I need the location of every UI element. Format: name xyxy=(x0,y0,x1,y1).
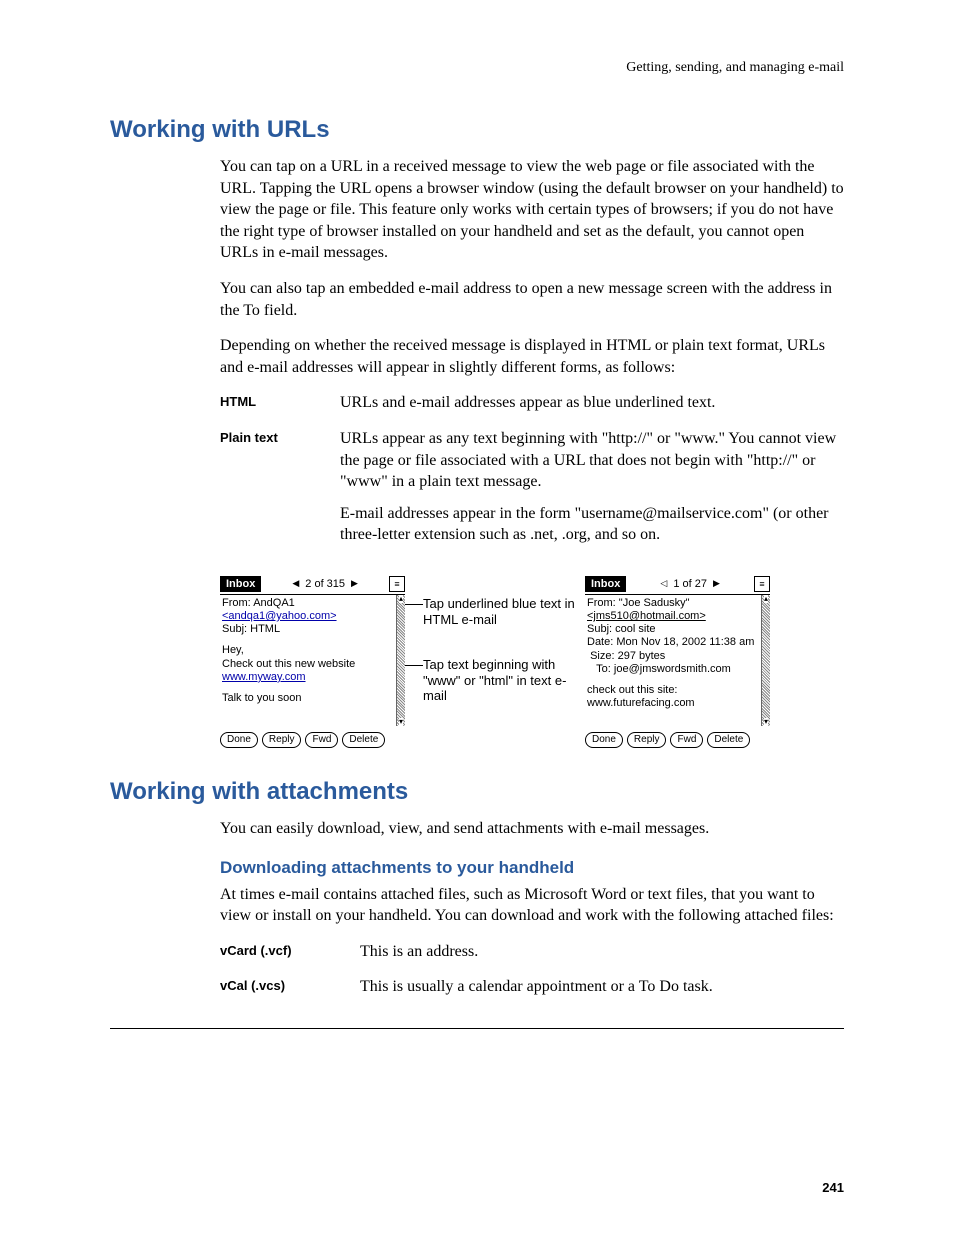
date-value: Mon Nov 18, 2002 11:38 am xyxy=(616,636,754,648)
def-desc-p: E-mail addresses appear in the form "use… xyxy=(340,503,844,546)
prev-arrow-icon[interactable] xyxy=(660,578,667,589)
section-heading-attachments: Working with attachments xyxy=(110,778,844,806)
to-value: joe@jmswordsmith.com xyxy=(614,663,731,675)
def-desc: This is usually a calendar appointment o… xyxy=(360,976,844,998)
from-label: From: xyxy=(587,597,616,609)
palm-counter: 1 of 27 xyxy=(673,578,707,590)
subj-label: Subj: xyxy=(587,623,612,635)
subsection-heading-downloading: Downloading attachments to your handheld xyxy=(220,858,844,878)
url-link[interactable]: www.myway.com xyxy=(220,671,405,684)
palm-title: Inbox xyxy=(585,576,626,592)
email-link[interactable]: <andqa1@yahoo.com> xyxy=(220,610,405,623)
email-link[interactable]: <jms510@hotmail.com> xyxy=(585,610,770,623)
body-paragraph: You can also tap an embedded e-mail addr… xyxy=(220,278,844,321)
running-head: Getting, sending, and managing e-mail xyxy=(110,60,844,76)
def-term-plaintext: Plain text xyxy=(220,428,340,445)
body-paragraph: You can easily download, view, and send … xyxy=(220,818,844,840)
menu-icon[interactable]: ≡ xyxy=(754,576,770,592)
subj-value: cool site xyxy=(615,623,655,635)
from-label: From: xyxy=(222,597,251,609)
reply-button[interactable]: Reply xyxy=(627,732,667,748)
size-value: 297 bytes xyxy=(618,650,666,662)
def-desc-p: URLs appear as any text beginning with "… xyxy=(340,428,844,493)
menu-icon[interactable]: ≡ xyxy=(389,576,405,592)
next-arrow-icon[interactable] xyxy=(713,578,720,589)
def-term-html: HTML xyxy=(220,392,340,409)
body-paragraph: Depending on whether the received messag… xyxy=(220,335,844,378)
section-heading-urls: Working with URLs xyxy=(110,116,844,144)
subj-label: Subj: xyxy=(222,623,247,635)
def-desc: URLs appear as any text beginning with "… xyxy=(340,428,844,556)
def-desc: URLs and e-mail addresses appear as blue… xyxy=(340,392,844,414)
reply-button[interactable]: Reply xyxy=(262,732,302,748)
footer-rule xyxy=(110,1028,844,1029)
date-label: Date: xyxy=(587,636,613,648)
delete-button[interactable]: Delete xyxy=(342,732,385,748)
palm-screenshot-html: Inbox 2 of 315 ≡ From: AndQA1 <andqa1@ya… xyxy=(220,576,405,748)
body-paragraph: At times e-mail contains attached files,… xyxy=(220,884,844,927)
body-line: Talk to you soon xyxy=(220,692,405,705)
from-value: "Joe Sadusky" xyxy=(619,597,690,609)
url-text[interactable]: www.futurefacing.com xyxy=(585,697,770,710)
def-desc: This is an address. xyxy=(360,941,844,963)
page-number: 241 xyxy=(822,1180,844,1195)
body-paragraph: You can tap on a URL in a received messa… xyxy=(220,156,844,264)
to-label: To: xyxy=(596,663,611,675)
from-value: AndQA1 xyxy=(253,597,295,609)
def-term-vcal: vCal (.vcs) xyxy=(220,976,360,993)
done-button[interactable]: Done xyxy=(220,732,258,748)
def-term-vcard: vCard (.vcf) xyxy=(220,941,360,958)
scrollbar[interactable] xyxy=(396,595,405,726)
palm-counter: 2 of 315 xyxy=(305,578,345,590)
body-line: Hey, xyxy=(220,644,405,657)
prev-arrow-icon[interactable] xyxy=(292,578,299,589)
scrollbar[interactable] xyxy=(761,595,770,726)
subj-value: HTML xyxy=(250,623,280,635)
callout-text: Tap underlined blue text in HTML e-mail xyxy=(423,596,575,627)
body-line: check out this site: xyxy=(585,684,770,697)
done-button[interactable]: Done xyxy=(585,732,623,748)
palm-screenshot-plaintext: Inbox 1 of 27 ≡ From: "Joe Sadusky" <jms… xyxy=(585,576,770,748)
fwd-button[interactable]: Fwd xyxy=(305,732,338,748)
callout-text: Tap text beginning with "www" or "html" … xyxy=(423,657,566,703)
fwd-button[interactable]: Fwd xyxy=(670,732,703,748)
palm-title: Inbox xyxy=(220,576,261,592)
size-label: Size: xyxy=(590,650,614,662)
delete-button[interactable]: Delete xyxy=(707,732,750,748)
next-arrow-icon[interactable] xyxy=(351,578,358,589)
body-line: Check out this new website xyxy=(220,658,405,671)
